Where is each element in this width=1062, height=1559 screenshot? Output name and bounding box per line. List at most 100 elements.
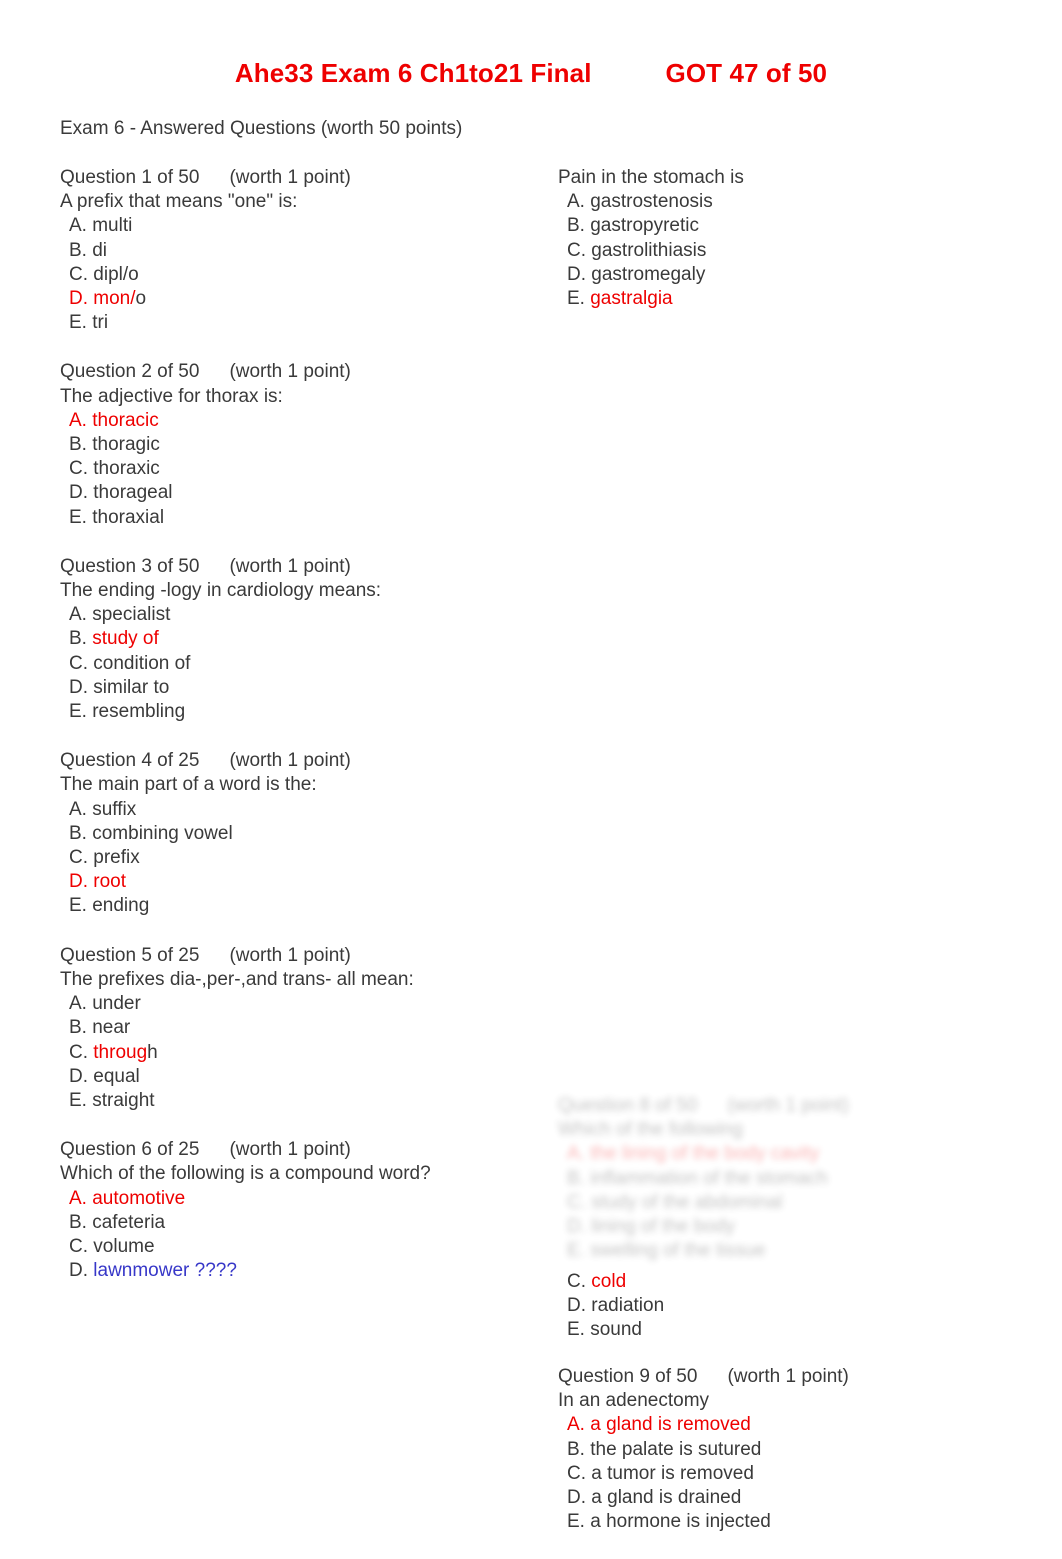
answer-option: E. swelling of the tissue — [558, 1239, 988, 1263]
question-number: Question 6 of 25 — [60, 1139, 200, 1161]
question-worth: (worth 1 point) — [727, 1366, 849, 1387]
question-worth: (worth 1 point) — [229, 750, 351, 772]
option-letter: E. — [567, 1319, 585, 1341]
answer-option: A. a gland is removed — [558, 1413, 1028, 1437]
option-text: cold — [586, 1271, 627, 1292]
answer-option: C. study of the abdominal — [558, 1191, 988, 1215]
answer-option: E. thoraxial — [60, 506, 530, 530]
options-list: A. under B. near C. through D. equal E. stra… — [60, 992, 530, 1113]
answer-option: A. suffix — [60, 798, 530, 822]
option-text: prefix — [88, 847, 140, 869]
option-text: volume — [88, 1235, 155, 1257]
question-9-block: Question 9 of 50 (worth 1 point) In an ade… — [558, 1365, 1028, 1559]
question-block: Question 4 of 25 (worth 1 point) The main … — [60, 749, 530, 918]
answer-option: D. equal — [60, 1065, 530, 1089]
option-text: automotive — [86, 1187, 186, 1209]
question-worth: (worth 1 point) — [229, 555, 351, 577]
option-text: suffix — [86, 798, 137, 820]
answer-option: B. inflammation of the stomach — [558, 1167, 988, 1191]
answer-option: B. thoragic — [60, 433, 530, 457]
answer-option: D. radiation — [558, 1294, 988, 1318]
option-text: near — [86, 1017, 131, 1039]
question-number: Question 3 of 50 — [60, 555, 200, 577]
option-text: gastropyretic — [584, 215, 699, 237]
question-worth: (worth 1 point) — [229, 944, 351, 966]
question-worth: (worth 1 point) — [727, 1095, 849, 1116]
options-list: A. thoracic B. thoragic C. thoraxic D. thor… — [60, 409, 530, 530]
answer-option: C. thoraxic — [60, 457, 530, 481]
option-text: mon/ — [88, 288, 136, 310]
question-worth: (worth 1 point) — [229, 167, 351, 188]
answer-option: E. a hormone is injected — [558, 1510, 1028, 1534]
options-list: A. multi B. di C. dipl/o D. mon/o E. tri — [60, 214, 530, 335]
option-letter: C. — [69, 1041, 88, 1063]
answer-option: C. a tumor is removed — [558, 1462, 1028, 1486]
question-text: The prefixes dia-,per-,and trans- all me… — [60, 968, 414, 990]
option-text: resembling — [86, 701, 186, 723]
left-column: Question 1 of 50 (worth 1 point) A prefix … — [60, 166, 530, 1308]
options-list: A. specialist B. study of C. condition of D… — [60, 603, 530, 724]
options-list: A. a gland is removed B. the palate is su… — [558, 1413, 1028, 1534]
option-letter: A. — [567, 1414, 585, 1436]
options-list: A. gastrostenosis B. gastropyretic C. gast… — [558, 190, 1028, 311]
option-letter: A. — [69, 1187, 87, 1209]
option-letter: A. — [69, 409, 87, 431]
question-worth: (worth 1 point) — [229, 361, 351, 383]
option-text: a hormone is injected — [584, 1511, 771, 1533]
question-number: Question 5 of 25 — [60, 944, 200, 966]
option-text: the palate is sutured — [584, 1438, 762, 1460]
option-text-suffix: h — [147, 1041, 158, 1063]
page-title-score: GOT 47 of 50 — [665, 58, 828, 88]
answer-option: B. near — [60, 1016, 530, 1040]
question-text: Pain in the stomach is — [558, 167, 744, 188]
question-header: Question 4 of 25 (worth 1 point) — [60, 749, 530, 773]
option-letter: C. — [567, 239, 586, 261]
option-text: a gland is drained — [586, 1487, 742, 1509]
option-text: a gland is removed — [584, 1414, 751, 1436]
option-text: condition of — [88, 652, 191, 674]
option-text: similar to — [88, 676, 170, 698]
option-letter: A. — [69, 993, 87, 1015]
question-number: Question 2 of 50 — [60, 361, 200, 383]
options-list: C. cold D. radiation E. sound — [558, 1270, 988, 1343]
question-text: Which of the following is a compound wor… — [60, 1163, 431, 1185]
answer-option: D. gastromegaly — [558, 263, 1028, 287]
option-text: swelling of the tissue — [584, 1240, 766, 1262]
answer-option: E. gastralgia — [558, 287, 1028, 311]
option-letter: D. — [69, 1260, 88, 1282]
page-title-main: Ahe33 Exam 6 Ch1to21 Final — [234, 58, 592, 88]
answer-option: D. lawnmower ???? — [60, 1259, 530, 1283]
option-letter: D. — [69, 871, 88, 893]
question-header: Question 1 of 50 (worth 1 point) — [60, 166, 530, 190]
option-text: under — [86, 993, 141, 1015]
options-list: A. suffix B. combining vowel C. prefix D. r… — [60, 798, 530, 919]
option-text: multi — [86, 215, 133, 237]
question-text: The ending -logy in cardiology means: — [60, 580, 382, 602]
options-list: A. the lining of the body cavity B. infla… — [558, 1142, 988, 1263]
option-letter: D. — [567, 1216, 586, 1238]
right-column: Pain in the stomach is A. gastrostenosis B… — [558, 166, 1028, 336]
option-letter: E. — [567, 288, 585, 310]
option-text: radiation — [586, 1295, 665, 1317]
option-letter: E. — [69, 1089, 87, 1111]
option-letter: B. — [567, 1167, 585, 1189]
option-letter: C. — [567, 1191, 586, 1213]
page-subtitle: Exam 6 - Answered Questions (worth 50 po… — [60, 118, 463, 139]
question-header: Question 9 of 50 (worth 1 point) — [558, 1365, 1028, 1389]
option-text: thoraxic — [88, 458, 160, 480]
option-letter: B. — [69, 1211, 87, 1233]
answer-option: B. study of — [60, 627, 530, 651]
answer-option: C. gastrolithiasis — [558, 239, 1028, 263]
answer-option: A. the lining of the body cavity — [558, 1142, 988, 1166]
option-letter: D. — [69, 676, 88, 698]
option-text: di — [86, 239, 108, 261]
answer-option: B. gastropyretic — [558, 214, 1028, 238]
tail-options-list: C. cold D. radiation E. sound — [558, 1270, 988, 1343]
answer-option: A. multi — [60, 214, 530, 238]
option-letter: C. — [567, 1462, 586, 1484]
option-letter: A. — [567, 1143, 585, 1165]
answer-option: C. dipl/o — [60, 263, 530, 287]
question-number: Question 8 of 50 — [558, 1095, 698, 1116]
answer-option: E. sound — [558, 1318, 988, 1342]
option-letter: E. — [69, 312, 87, 334]
